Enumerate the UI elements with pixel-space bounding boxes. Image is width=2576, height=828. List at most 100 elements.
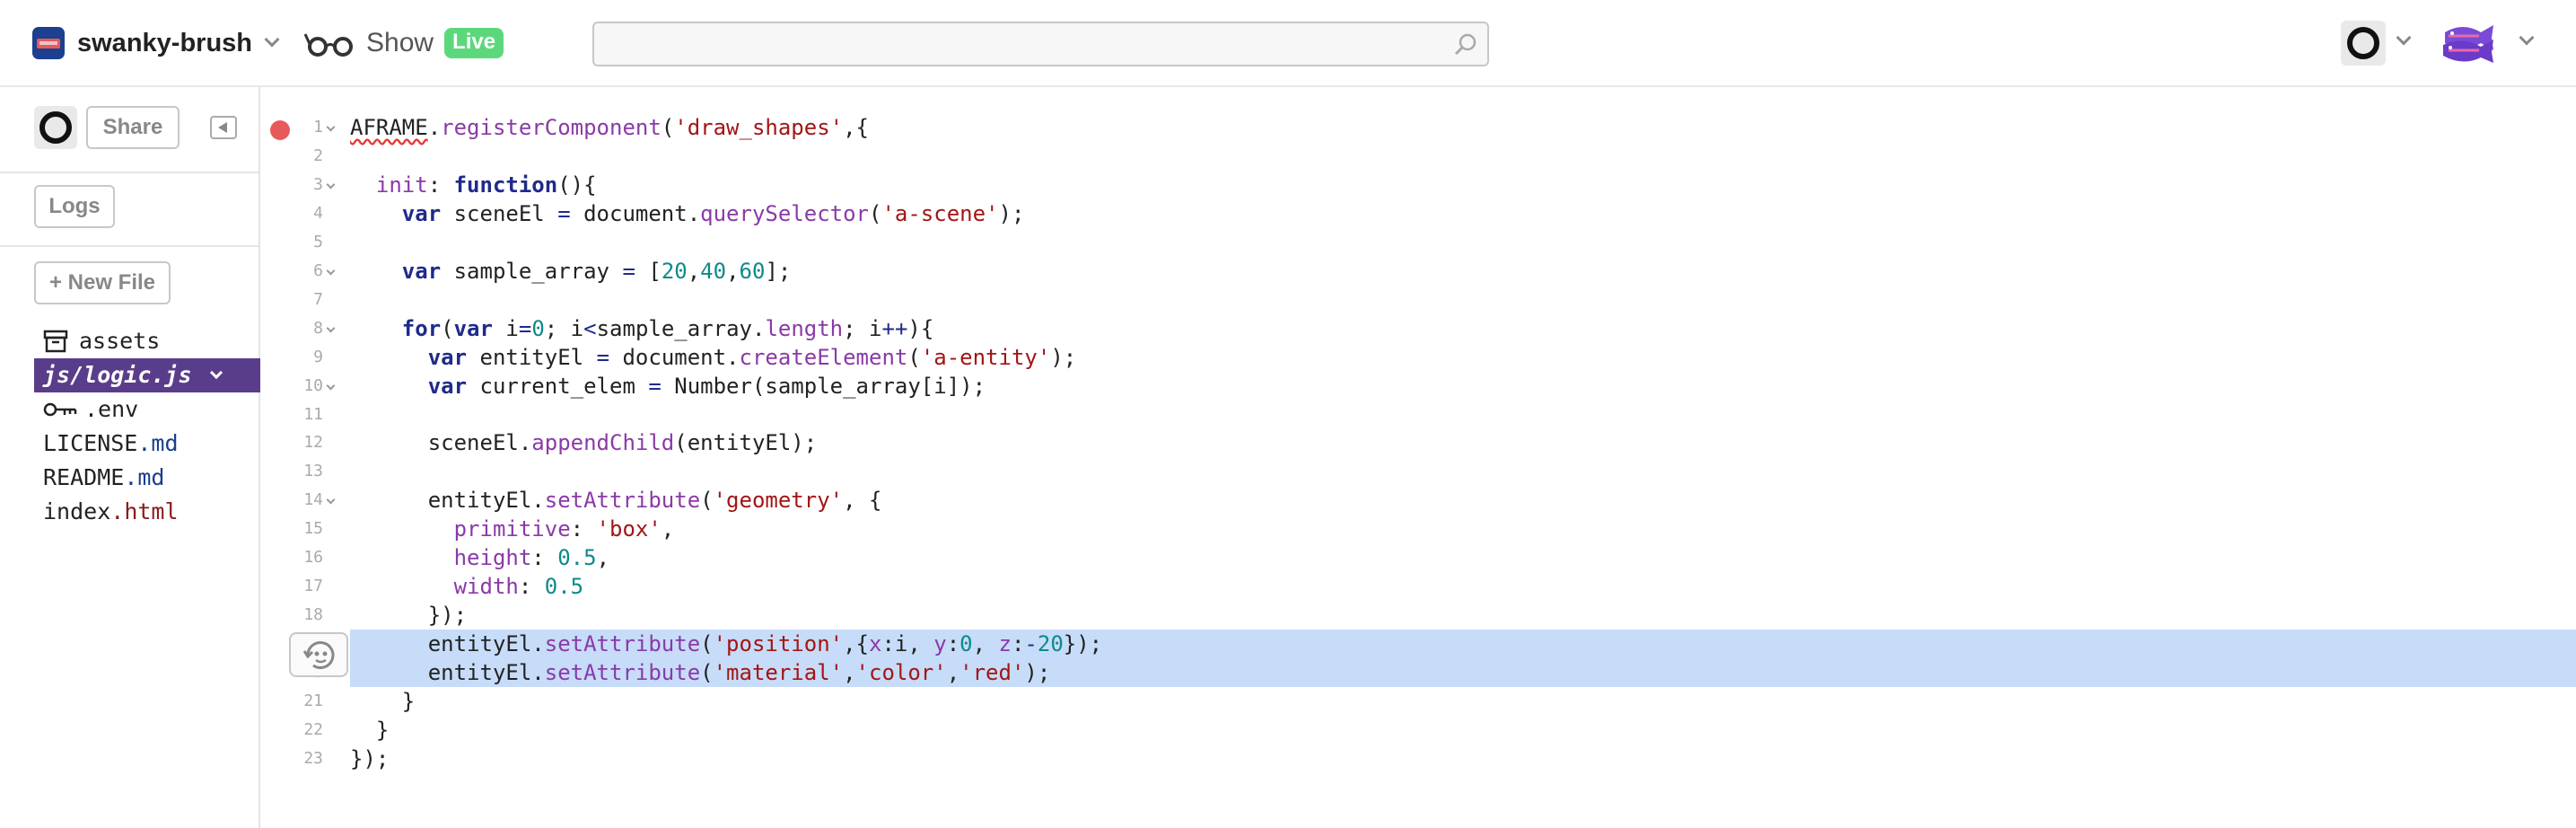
- code-line[interactable]: 8 for(var i=0; i<sample_array.length; i+…: [262, 314, 2576, 343]
- code-line[interactable]: 1 AFRAME.registerComponent('draw_shapes',…: [262, 113, 2576, 142]
- show-button[interactable]: Show Live: [303, 25, 504, 61]
- code-text[interactable]: entityEl.setAttribute('material','color'…: [350, 658, 1051, 687]
- line-gutter[interactable]: 12: [262, 428, 350, 457]
- line-gutter[interactable]: 23: [262, 744, 350, 773]
- code-line[interactable]: 3 init: function(){: [262, 171, 2576, 199]
- code-line[interactable]: 18 });: [262, 601, 2576, 630]
- file-item-logic-js[interactable]: js/logic.js: [34, 358, 260, 392]
- code-text[interactable]: var sample_array = [20,40,60];: [350, 257, 792, 286]
- code-line[interactable]: 9 var entityEl = document.createElement(…: [262, 343, 2576, 372]
- line-number: 10: [303, 375, 323, 395]
- fold-chevron-icon[interactable]: [326, 495, 336, 505]
- code-text[interactable]: }: [350, 716, 389, 744]
- file-item-env[interactable]: .env: [34, 392, 260, 427]
- code-line[interactable]: 16 height: 0.5,: [262, 543, 2576, 572]
- collapse-sidebar-icon[interactable]: [210, 116, 237, 139]
- line-number: 5: [313, 232, 323, 251]
- code-line[interactable]: 10 var current_elem = Number(sample_arra…: [262, 372, 2576, 401]
- code-line[interactable]: 13: [262, 457, 2576, 486]
- file-name: index: [43, 498, 111, 524]
- code-text[interactable]: AFRAME.registerComponent('draw_shapes',{: [350, 113, 869, 142]
- code-line[interactable]: 20 entityEl.setAttribute('material','col…: [262, 658, 2576, 688]
- code-text[interactable]: entityEl.setAttribute('geometry', {: [350, 486, 882, 515]
- line-gutter[interactable]: 15: [262, 515, 350, 543]
- code-text[interactable]: sceneEl.appendChild(entityEl);: [350, 428, 818, 457]
- code-line[interactable]: 5: [262, 228, 2576, 257]
- line-gutter[interactable]: 22: [262, 716, 350, 744]
- code-text[interactable]: entityEl.setAttribute('position',{x:i, y…: [350, 630, 1102, 658]
- code-line[interactable]: 14 entityEl.setAttribute('geometry', {: [262, 486, 2576, 515]
- line-gutter[interactable]: 17: [262, 572, 350, 601]
- line-gutter[interactable]: 21: [262, 687, 350, 716]
- code-text[interactable]: var current_elem = Number(sample_array[i…: [350, 372, 986, 401]
- line-gutter[interactable]: 4: [262, 199, 350, 228]
- file-extension: .md: [137, 430, 179, 456]
- code-text[interactable]: height: 0.5,: [350, 543, 609, 572]
- code-text[interactable]: }: [350, 687, 415, 716]
- share-button[interactable]: Share: [86, 106, 180, 149]
- code-line[interactable]: 22 }: [262, 716, 2576, 744]
- code-text[interactable]: });: [350, 601, 467, 630]
- line-gutter[interactable]: 3: [262, 171, 350, 199]
- line-number: 14: [303, 490, 323, 510]
- fish-logo-icon[interactable]: [2440, 20, 2499, 65]
- file-item-readme[interactable]: README .md: [34, 461, 260, 495]
- search-input[interactable]: [594, 23, 1487, 65]
- line-gutter[interactable]: 1: [262, 113, 350, 142]
- line-gutter[interactable]: 9: [262, 343, 350, 372]
- project-menu-button[interactable]: swanky-brush: [32, 25, 280, 61]
- code-line[interactable]: 2: [262, 142, 2576, 171]
- code-line[interactable]: 15 primitive: 'box',: [262, 515, 2576, 543]
- code-line[interactable]: 4 var sceneEl = document.querySelector('…: [262, 199, 2576, 228]
- fold-chevron-icon[interactable]: [326, 323, 336, 333]
- line-number: 16: [303, 548, 323, 568]
- line-gutter[interactable]: 13: [262, 457, 350, 486]
- code-editor[interactable]: 1 AFRAME.registerComponent('draw_shapes',…: [262, 87, 2576, 828]
- code-text[interactable]: });: [350, 744, 389, 773]
- code-text[interactable]: var sceneEl = document.querySelector('a-…: [350, 199, 1025, 228]
- line-gutter[interactable]: 16: [262, 543, 350, 572]
- rewind-button[interactable]: [289, 632, 348, 677]
- code-text[interactable]: width: 0.5: [350, 572, 584, 601]
- line-number: 8: [313, 318, 323, 338]
- code-text[interactable]: primitive: 'box',: [350, 515, 675, 543]
- code-line[interactable]: 23});: [262, 744, 2576, 773]
- new-file-button[interactable]: + New File: [34, 261, 171, 304]
- user-avatar[interactable]: [2341, 21, 2386, 66]
- search-icon[interactable]: [1453, 32, 1478, 57]
- code-line[interactable]: 12 sceneEl.appendChild(entityEl);: [262, 428, 2576, 457]
- chevron-down-icon[interactable]: [2519, 30, 2535, 46]
- code-line[interactable]: 6 var sample_array = [20,40,60];: [262, 257, 2576, 286]
- code-line[interactable]: 17 width: 0.5: [262, 572, 2576, 601]
- file-item-assets[interactable]: assets: [34, 324, 260, 358]
- code-line[interactable]: 21 }: [262, 687, 2576, 716]
- line-gutter[interactable]: 14: [262, 486, 350, 515]
- fold-chevron-icon[interactable]: [326, 266, 336, 276]
- fold-chevron-icon[interactable]: [326, 122, 336, 132]
- line-gutter[interactable]: 7: [262, 286, 350, 314]
- chevron-down-icon[interactable]: [2396, 30, 2412, 46]
- line-gutter[interactable]: 6: [262, 257, 350, 286]
- code-line[interactable]: 11: [262, 401, 2576, 429]
- code-line[interactable]: 19 entityEl.setAttribute('position',{x:i…: [262, 630, 2576, 659]
- fold-chevron-icon[interactable]: [326, 180, 336, 189]
- line-gutter[interactable]: 8: [262, 314, 350, 343]
- code-text[interactable]: init: function(){: [350, 171, 597, 199]
- line-gutter[interactable]: 5: [262, 228, 350, 257]
- code-text[interactable]: var entityEl = document.createElement('a…: [350, 343, 1077, 372]
- line-gutter[interactable]: 18: [262, 601, 350, 630]
- file-name: js/logic.js: [43, 362, 192, 388]
- file-item-index-html[interactable]: index .html: [34, 495, 260, 529]
- line-gutter[interactable]: 2: [262, 142, 350, 171]
- line-gutter[interactable]: 10: [262, 372, 350, 401]
- logs-button[interactable]: Logs: [34, 185, 115, 228]
- code-text[interactable]: for(var i=0; i<sample_array.length; i++)…: [350, 314, 934, 343]
- file-item-license[interactable]: LICENSE .md: [34, 427, 260, 461]
- chevron-down-icon[interactable]: [209, 366, 223, 380]
- code-line[interactable]: 7: [262, 286, 2576, 314]
- line-number: 7: [313, 289, 323, 309]
- fold-chevron-icon[interactable]: [326, 381, 336, 390]
- collaborator-avatar[interactable]: [34, 106, 77, 149]
- error-marker-icon[interactable]: [270, 120, 290, 140]
- line-gutter[interactable]: 11: [262, 401, 350, 429]
